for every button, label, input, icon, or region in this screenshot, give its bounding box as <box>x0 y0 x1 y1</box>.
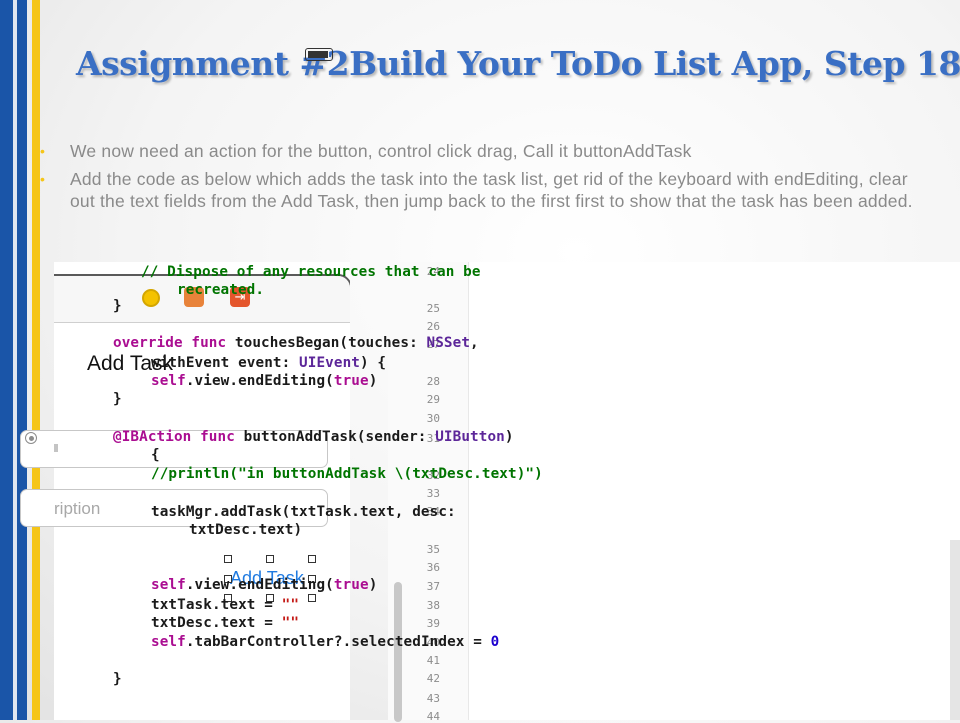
selection-handle[interactable] <box>308 555 316 563</box>
code-type: UIEvent <box>299 355 360 371</box>
left-yellow-stripe <box>32 0 40 720</box>
code-text: } <box>113 671 122 687</box>
code-text: ) <box>504 429 514 445</box>
code-keyword: self <box>151 373 186 389</box>
line-number: 26 <box>426 320 440 333</box>
bullet-text: Add the code as below which adds the tas… <box>70 169 913 211</box>
code-text: .view.endEditing( <box>185 577 334 593</box>
code-text: txtDesc.text = <box>151 615 282 631</box>
breakpoint-icon[interactable] <box>25 432 37 444</box>
code-line-32: //println("in buttonAddTask \(txtDesc.te… <box>113 466 543 482</box>
selection-handle[interactable] <box>224 555 232 563</box>
line-number: 42 <box>426 672 440 685</box>
code-text: .view.endEditing( <box>185 373 334 389</box>
line-number: 29 <box>426 393 440 406</box>
code-line-40: self.tabBarController?.selectedIndex = 0 <box>113 634 499 650</box>
bullet-dot-icon: • <box>40 171 46 187</box>
code-text: buttonAddTask(sender: <box>243 429 427 445</box>
code-keyword: override func <box>113 335 227 351</box>
code-line-28: self.view.endEditing(true) <box>113 373 377 389</box>
line-number: 25 <box>426 302 440 315</box>
line-number: 28 <box>426 375 440 388</box>
code-comment: recreated. <box>177 282 265 298</box>
code-line-39: txtDesc.text = "" <box>113 615 299 631</box>
code-keyword: true <box>333 577 369 593</box>
bullet-item: • Add the code as below which adds the t… <box>40 168 920 212</box>
code-editor-screenshot <box>388 262 960 722</box>
line-number: 35 <box>426 543 440 556</box>
code-text: } <box>113 298 122 314</box>
code-text: txtTask.text = <box>151 597 282 613</box>
code-line-42: } <box>113 671 122 687</box>
battery-icon <box>305 48 333 61</box>
left-blue-stripe <box>0 0 13 720</box>
code-text: { <box>151 447 160 463</box>
code-comment: //println("in buttonAddTask \(txtDesc.te… <box>151 466 543 482</box>
code-text: touchesBegan(touches: <box>234 335 418 351</box>
code-line-25: } <box>113 298 122 314</box>
code-line-34: taskMgr.addTask(txtTask.text, desc: <box>113 504 456 520</box>
bullet-item: • We now need an action for the button, … <box>40 140 920 162</box>
code-type: NSSet <box>426 335 471 351</box>
selection-handle[interactable] <box>308 594 316 602</box>
code-text: withEvent event: <box>151 355 291 371</box>
code-line-31-cont: { <box>113 447 160 463</box>
line-number: 37 <box>426 580 440 593</box>
code-keyword: @IBAction func <box>113 429 235 445</box>
code-keyword: self <box>151 634 186 650</box>
code-line-31: @IBAction func buttonAddTask(sender: UIB… <box>113 429 514 445</box>
line-number: 30 <box>426 412 440 425</box>
line-number: 41 <box>426 654 440 667</box>
code-line-24: // Dispose of any resources that can be <box>113 264 481 280</box>
code-line-27-cont: withEvent event: UIEvent) { <box>113 355 386 371</box>
code-string: "" <box>281 597 300 613</box>
selection-handle[interactable] <box>266 555 274 563</box>
code-text: taskMgr.addTask(txtTask.text, desc: <box>151 504 456 520</box>
code-text: ) <box>368 577 378 593</box>
line-number: 38 <box>426 599 440 612</box>
task-field-placeholder-fragment <box>54 444 58 452</box>
editor-right-scrollbar[interactable] <box>950 540 960 720</box>
code-line-34-cont: txtDesc.text) <box>113 522 302 538</box>
code-line-38: txtTask.text = "" <box>113 597 299 613</box>
line-number: 44 <box>426 710 440 723</box>
code-number: 0 <box>490 634 500 650</box>
code-line-24-cont: recreated. <box>113 282 264 298</box>
bullet-list: • We now need an action for the button, … <box>40 140 920 218</box>
code-text: txtDesc.text) <box>189 522 303 538</box>
code-text: } <box>113 391 122 407</box>
bullet-dot-icon: • <box>40 143 46 159</box>
code-text: ) <box>368 373 378 389</box>
code-text: .tabBarController?.selectedIndex = <box>185 634 491 650</box>
left-blue-stripe-2 <box>17 0 27 720</box>
code-comment: // Dispose of any resources that can be <box>141 264 481 280</box>
code-line-37: self.view.endEditing(true) <box>113 577 377 593</box>
code-type: UIButton <box>435 429 505 445</box>
line-number: 43 <box>426 692 440 705</box>
bullet-text: We now need an action for the button, co… <box>70 141 692 161</box>
code-string: "" <box>281 615 300 631</box>
line-number: 33 <box>426 487 440 500</box>
code-line-29: } <box>113 391 122 407</box>
code-text: ) { <box>360 355 387 371</box>
code-line-27: override func touchesBegan(touches: NSSe… <box>113 335 479 351</box>
code-keyword: self <box>151 577 186 593</box>
description-placeholder: ription <box>54 499 101 518</box>
code-keyword: true <box>333 373 369 389</box>
line-number: 39 <box>426 617 440 630</box>
line-number: 36 <box>426 561 440 574</box>
slide-title: Assignment #2Build Your ToDo List App, S… <box>76 44 960 83</box>
